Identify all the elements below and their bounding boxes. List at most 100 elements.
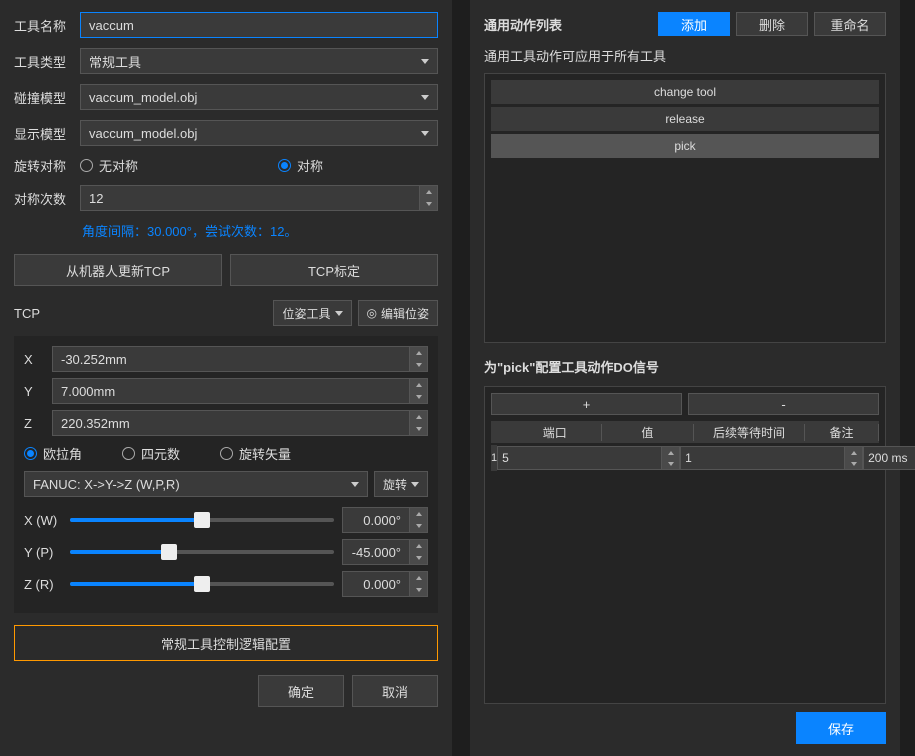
yp-slider[interactable]: [70, 542, 334, 562]
do-config-block: + - 端口 值 后续等待时间 备注 1: [484, 386, 886, 704]
tcp-block: X Y Z 欧拉角: [14, 336, 438, 613]
display-model-select[interactable]: vaccum_model.obj: [80, 120, 438, 146]
rotate-label: 旋转: [383, 476, 407, 493]
display-model-value: vaccum_model.obj: [89, 126, 197, 141]
action-item[interactable]: change tool: [491, 80, 879, 104]
radio-icon: [24, 447, 37, 460]
z-input[interactable]: [52, 410, 410, 436]
x-spinner[interactable]: [410, 346, 428, 372]
chevron-down-icon: [421, 59, 429, 64]
col-value: 值: [602, 424, 695, 441]
chevron-down-icon: [335, 311, 343, 316]
do-table-row: 1: [491, 445, 879, 471]
zr-spinner[interactable]: [410, 571, 428, 597]
pose-tool-select[interactable]: 位姿工具: [273, 300, 351, 326]
euler-label: 欧拉角: [43, 444, 82, 463]
z-label: Z: [24, 416, 46, 431]
chevron-down-icon: [421, 95, 429, 100]
x-label: X: [24, 352, 46, 367]
tool-name-input[interactable]: [80, 12, 438, 38]
edit-pose-label: 编辑位姿: [381, 305, 429, 322]
radio-icon: [220, 447, 233, 460]
zr-value-input[interactable]: [342, 571, 410, 597]
euler-radio[interactable]: 欧拉角: [24, 444, 82, 463]
delete-action-button[interactable]: 删除: [736, 12, 808, 36]
rename-action-button[interactable]: 重命名: [814, 12, 886, 36]
port-input[interactable]: [497, 446, 662, 470]
value-input[interactable]: [680, 446, 845, 470]
ok-button[interactable]: 确定: [258, 675, 344, 707]
display-model-label: 显示模型: [14, 124, 74, 143]
rotvec-label: 旋转矢量: [239, 444, 291, 463]
symmetry-label: 旋转对称: [14, 156, 74, 175]
pose-tool-label: 位姿工具: [282, 305, 330, 322]
zr-label: Z (R): [24, 577, 62, 592]
remove-row-button[interactable]: -: [688, 393, 879, 415]
quaternion-radio[interactable]: 四元数: [122, 444, 180, 463]
tcp-calibrate-button[interactable]: TCP标定: [230, 254, 438, 286]
yp-value-input[interactable]: [342, 539, 410, 565]
sym-count-input[interactable]: [80, 185, 420, 211]
port-spinner[interactable]: [662, 446, 680, 470]
angle-interval-info: 角度间隔：30.000°，尝试次数：12。: [82, 221, 438, 240]
quaternion-label: 四元数: [141, 444, 180, 463]
action-item[interactable]: release: [491, 107, 879, 131]
symmetry-none-radio[interactable]: 无对称: [80, 156, 138, 175]
tool-type-select[interactable]: 常规工具: [80, 48, 438, 74]
yp-label: Y (P): [24, 545, 62, 560]
sym-count-label: 对称次数: [14, 189, 74, 208]
radio-icon: [122, 447, 135, 460]
xw-spinner[interactable]: [410, 507, 428, 533]
chevron-down-icon: [351, 482, 359, 487]
collision-model-select[interactable]: vaccum_model.obj: [80, 84, 438, 110]
symmetry-yes-label: 对称: [297, 156, 323, 175]
xw-value-input[interactable]: [342, 507, 410, 533]
xw-label: X (W): [24, 513, 62, 528]
symmetry-none-label: 无对称: [99, 156, 138, 175]
rotvec-radio[interactable]: 旋转矢量: [220, 444, 291, 463]
rotation-format-select[interactable]: FANUC: X->Y->Z (W,P,R): [24, 471, 368, 497]
x-input[interactable]: [52, 346, 410, 372]
sym-count-spinner[interactable]: [420, 185, 438, 211]
edit-pose-button[interactable]: ◎ 编辑位姿: [358, 300, 439, 326]
tool-name-label: 工具名称: [14, 16, 74, 35]
tool-config-panel: 工具名称 工具类型 常规工具 碰撞模型 vaccum_model.obj 显示模…: [0, 0, 452, 756]
symmetry-yes-radio[interactable]: 对称: [278, 156, 323, 175]
action-list: change tool release pick: [484, 73, 886, 343]
xw-slider[interactable]: [70, 510, 334, 530]
wait-input[interactable]: [863, 446, 915, 470]
col-remark: 备注: [805, 424, 879, 441]
y-spinner[interactable]: [410, 378, 428, 404]
add-row-button[interactable]: +: [491, 393, 682, 415]
gear-icon: ◎: [367, 306, 377, 320]
col-port: 端口: [509, 424, 602, 441]
tcp-section-label: TCP: [14, 306, 273, 321]
rotation-format-value: FANUC: X->Y->Z (W,P,R): [33, 477, 180, 492]
zr-slider[interactable]: [70, 574, 334, 594]
y-input[interactable]: [52, 378, 410, 404]
radio-icon: [278, 159, 291, 172]
tool-type-value: 常规工具: [89, 52, 141, 71]
action-item[interactable]: pick: [491, 134, 879, 158]
col-wait: 后续等待时间: [694, 424, 805, 441]
chevron-down-icon: [411, 482, 419, 487]
add-action-button[interactable]: 添加: [658, 12, 730, 36]
rotate-button[interactable]: 旋转: [374, 471, 428, 497]
action-list-title: 通用动作列表: [484, 15, 652, 34]
radio-icon: [80, 159, 93, 172]
cancel-button[interactable]: 取消: [352, 675, 438, 707]
update-tcp-button[interactable]: 从机器人更新TCP: [14, 254, 222, 286]
action-list-desc: 通用工具动作可应用于所有工具: [484, 46, 886, 65]
value-spinner[interactable]: [845, 446, 863, 470]
collision-model-label: 碰撞模型: [14, 88, 74, 107]
tool-type-label: 工具类型: [14, 52, 74, 71]
y-label: Y: [24, 384, 46, 399]
logic-config-button[interactable]: 常规工具控制逻辑配置: [14, 625, 438, 661]
yp-spinner[interactable]: [410, 539, 428, 565]
do-table-header: 端口 值 后续等待时间 备注: [491, 421, 879, 443]
z-spinner[interactable]: [410, 410, 428, 436]
chevron-down-icon: [421, 131, 429, 136]
action-list-panel: 通用动作列表 添加 删除 重命名 通用工具动作可应用于所有工具 change t…: [470, 0, 900, 756]
save-button[interactable]: 保存: [796, 712, 886, 744]
collision-model-value: vaccum_model.obj: [89, 90, 197, 105]
